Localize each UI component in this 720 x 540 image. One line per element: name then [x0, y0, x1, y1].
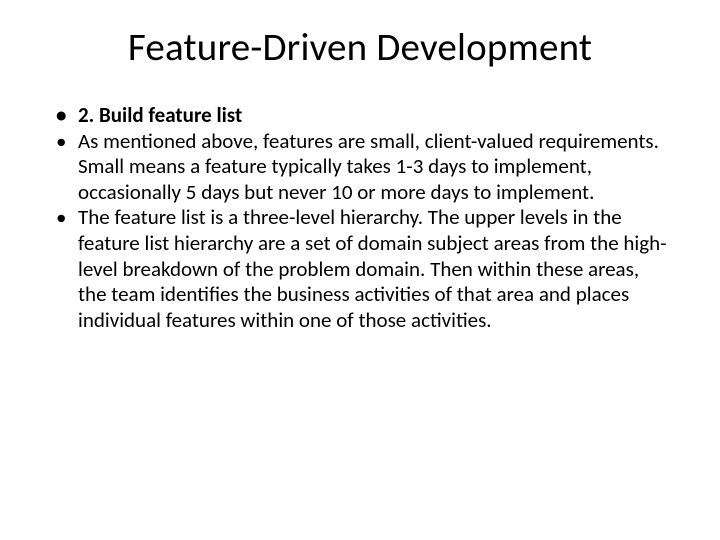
bullet-paragraph: The feature list is a three-level hierar… [50, 205, 670, 333]
bullet-paragraph: As mentioned above, features are small, … [50, 129, 670, 206]
slide-content: 2. Build feature list As mentioned above… [50, 103, 670, 333]
slide: Feature-Driven Development 2. Build feat… [0, 0, 720, 540]
bullet-list: 2. Build feature list As mentioned above… [50, 103, 670, 333]
bullet-subheading: 2. Build feature list [50, 103, 670, 129]
slide-title: Feature-Driven Development [50, 24, 670, 71]
